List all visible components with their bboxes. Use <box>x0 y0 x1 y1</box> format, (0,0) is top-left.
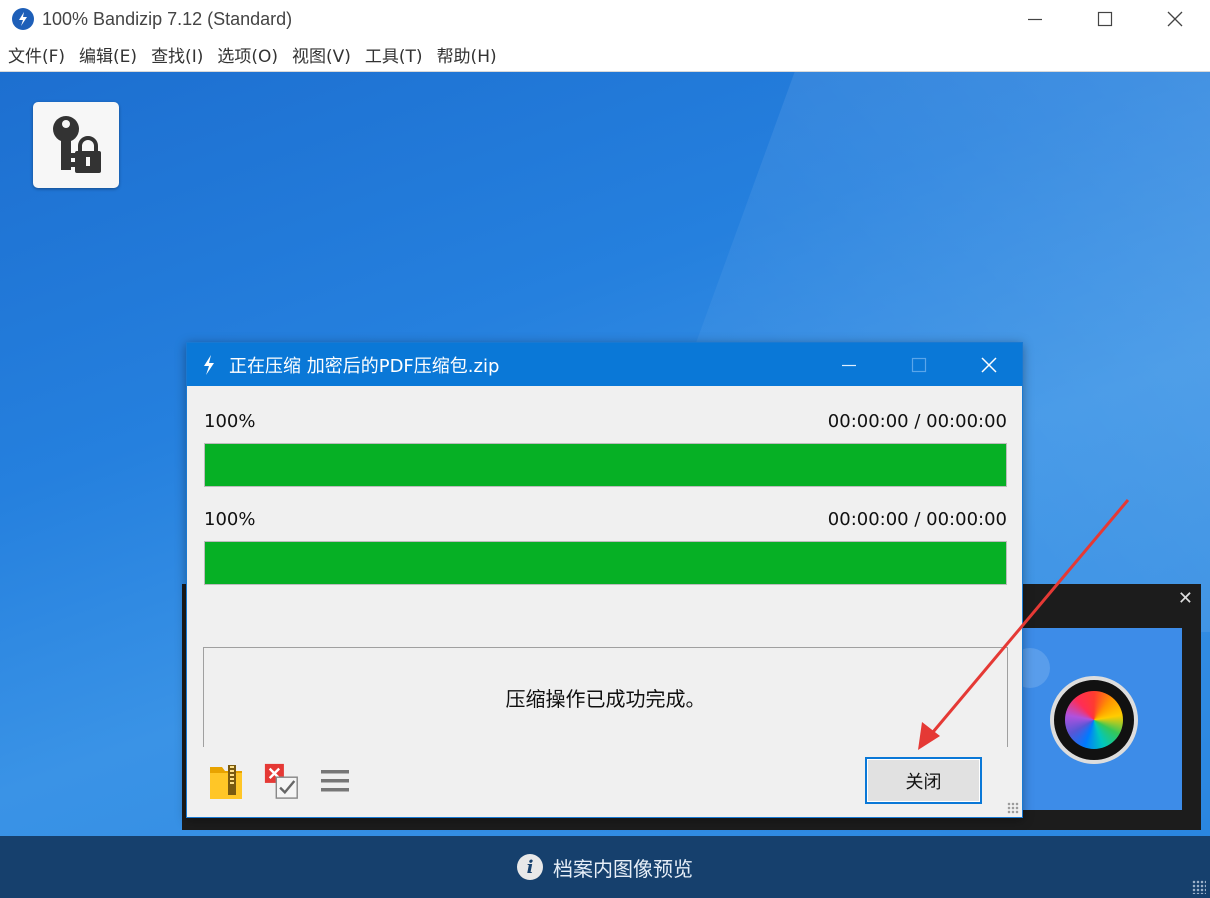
window-title: 100% Bandizip 7.12 (Standard) <box>42 8 293 29</box>
preview-bar[interactable]: i 档案内图像预览 <box>0 836 1210 898</box>
close-window-button[interactable] <box>1140 0 1210 38</box>
bandizip-bolt-icon <box>204 354 214 375</box>
maximize-icon <box>1097 11 1113 27</box>
close-icon <box>1167 11 1183 27</box>
menu-edit[interactable]: 编辑(E) <box>79 42 137 67</box>
progress-fill-total <box>205 444 1006 486</box>
menu-options[interactable]: 选项(O) <box>217 42 278 67</box>
dialog-maximize-button <box>884 343 954 386</box>
key-lock-icon <box>53 116 101 173</box>
progress-percent-file: 100% <box>204 509 256 530</box>
encrypt-button[interactable] <box>33 102 119 188</box>
menu-find[interactable]: 查找(I) <box>151 42 203 67</box>
menu-icon <box>321 770 349 792</box>
status-message: 压缩操作已成功完成。 <box>505 687 706 711</box>
window-resize-grip[interactable] <box>1192 880 1206 894</box>
bandizip-logo-icon <box>12 8 34 30</box>
dialog-title-bar: 正在压缩 加密后的PDF压缩包.zip <box>187 343 1022 386</box>
ad-decoration <box>1020 648 1050 688</box>
maximize-icon <box>911 357 927 372</box>
menu-help[interactable]: 帮助(H) <box>437 42 497 67</box>
menu-view[interactable]: 视图(V) <box>292 42 351 67</box>
compress-progress-dialog: 正在压缩 加密后的PDF压缩包.zip 100% 00:00:00 / 00:0… <box>186 342 1023 818</box>
open-folder-button[interactable] <box>207 761 245 801</box>
color-wheel-icon <box>1065 691 1123 749</box>
close-button[interactable]: 关闭 <box>865 757 982 804</box>
status-box: 压缩操作已成功完成。 <box>203 647 1008 747</box>
info-icon: i <box>517 854 543 880</box>
preview-label: 档案内图像预览 <box>553 856 693 881</box>
title-bar: 100% Bandizip 7.12 (Standard) <box>0 0 1210 38</box>
dialog-close-button[interactable] <box>954 343 1024 386</box>
open-folder-icon <box>210 765 242 799</box>
menu-file[interactable]: 文件(F) <box>8 42 65 67</box>
menu-bar: 文件(F) 编辑(E) 查找(I) 选项(O) 视图(V) 工具(T) 帮助(H… <box>0 38 1210 72</box>
menu-tools[interactable]: 工具(T) <box>365 42 423 67</box>
color-wheel-app-icon <box>1050 676 1138 764</box>
more-menu-button[interactable] <box>316 761 354 801</box>
progress-bar-file <box>204 541 1007 585</box>
dialog-title: 正在压缩 加密后的PDF压缩包.zip <box>229 355 500 377</box>
minimize-icon <box>1028 18 1042 21</box>
progress-time-file: 00:00:00 / 00:00:00 <box>827 509 1007 530</box>
close-icon <box>981 356 997 373</box>
progress-percent-total: 100% <box>204 411 256 432</box>
ad-image[interactable] <box>1020 628 1182 810</box>
dialog-minimize-button[interactable] <box>814 343 884 386</box>
progress-fill-file <box>205 542 1006 584</box>
progress-time-total: 00:00:00 / 00:00:00 <box>827 411 1007 432</box>
progress-bar-total <box>204 443 1007 487</box>
dialog-resize-grip[interactable] <box>1007 802 1019 814</box>
maximize-button[interactable] <box>1070 0 1140 38</box>
delete-check-icon <box>264 763 298 799</box>
minimize-button[interactable] <box>1000 0 1070 38</box>
minimize-icon <box>842 364 856 366</box>
ad-close-icon[interactable]: ✕ <box>1178 588 1193 609</box>
delete-original-button[interactable] <box>263 761 301 801</box>
